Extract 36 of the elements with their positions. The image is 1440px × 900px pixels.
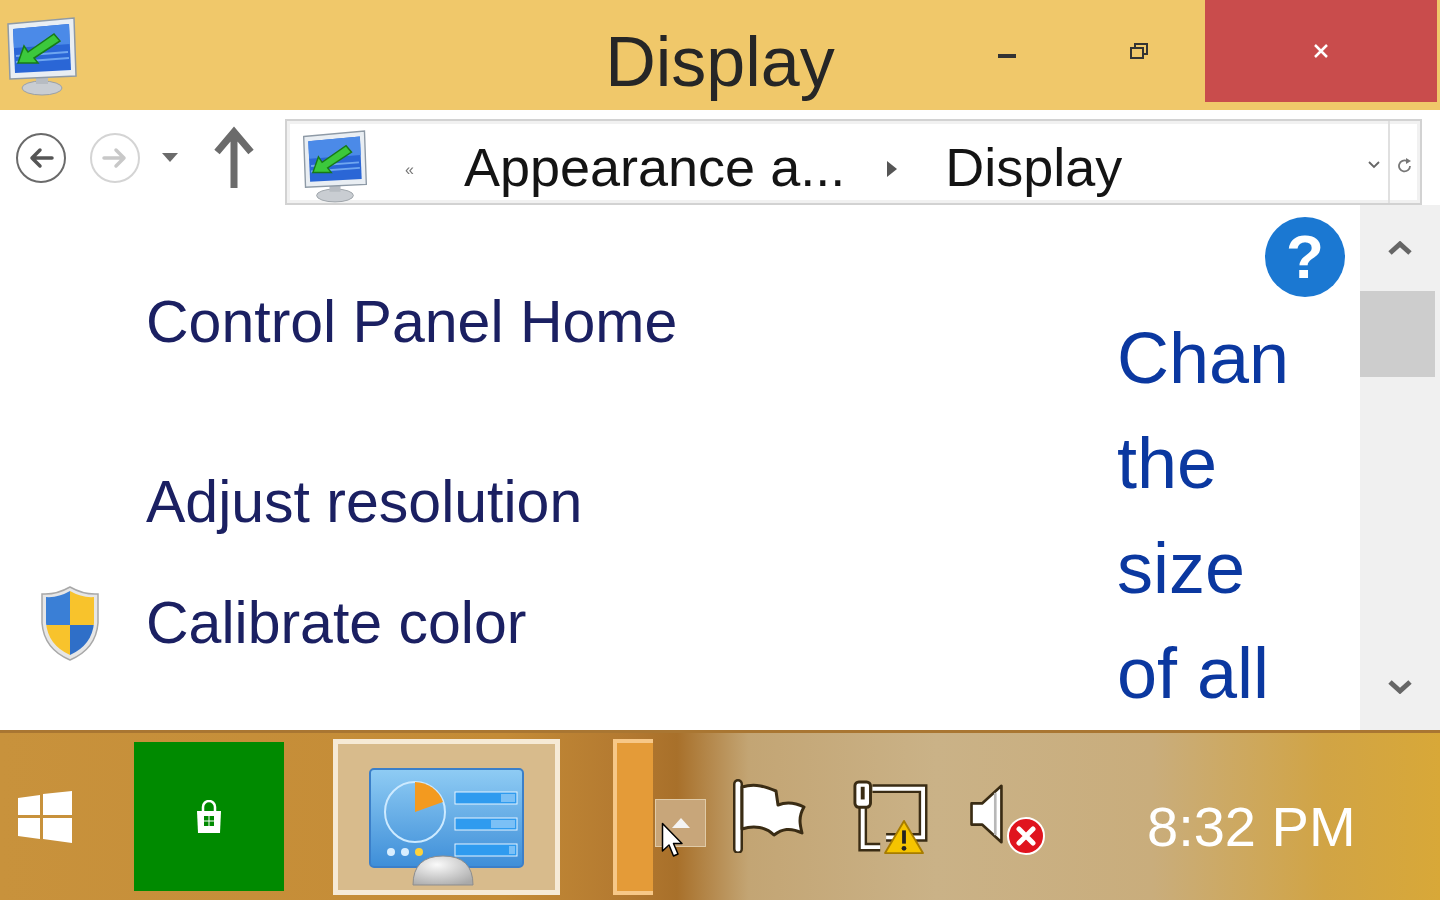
- caret-down-icon[interactable]: [162, 153, 178, 162]
- network-icon[interactable]: [850, 778, 928, 853]
- restore-icon: [1130, 43, 1148, 59]
- control-panel-icon: [369, 767, 524, 886]
- up-arrow-icon[interactable]: [213, 125, 255, 190]
- shopping-bag-icon: [195, 799, 223, 834]
- window-title: Display: [605, 22, 835, 103]
- minimize-icon: [997, 54, 1016, 58]
- overflow-button[interactable]: «: [405, 161, 414, 179]
- right-arrow-icon: [102, 146, 128, 169]
- breadcrumb-link[interactable]: Appearance a...: [463, 137, 846, 197]
- breadcrumb-link[interactable]: Display: [945, 137, 1123, 197]
- mouse-pointer-icon: [661, 822, 685, 860]
- show-hidden-icons-button[interactable]: [655, 798, 706, 847]
- caret-up-icon: [671, 817, 690, 828]
- refresh-icon[interactable]: [1398, 157, 1412, 173]
- help-button[interactable]: ?: [1265, 217, 1345, 297]
- control-panel-home-link[interactable]: Control Panel Home: [146, 287, 678, 357]
- chevron-up-icon[interactable]: [1388, 241, 1412, 255]
- address-bar[interactable]: « Appearance a... Display: [285, 119, 1422, 205]
- sidebar-link[interactable]: Adjust resolution: [146, 467, 583, 537]
- sidebar-link[interactable]: Calibrate color: [146, 588, 527, 658]
- chevron-down-icon[interactable]: [1368, 161, 1380, 169]
- chevron-down-icon[interactable]: [1388, 680, 1412, 694]
- back-button[interactable]: [16, 132, 66, 183]
- caret-right-icon[interactable]: [887, 161, 898, 177]
- left-arrow-icon: [28, 146, 54, 169]
- store-button[interactable]: [134, 742, 284, 891]
- windows-logo-icon[interactable]: [18, 790, 72, 843]
- flag-icon[interactable]: [730, 778, 808, 853]
- monitor-icon: [300, 129, 370, 203]
- close-icon: [1313, 43, 1329, 59]
- scrollbar-thumb[interactable]: [1360, 291, 1435, 377]
- page-heading: Chan the size of all: [1117, 317, 1291, 715]
- control-panel-button[interactable]: [333, 738, 560, 895]
- monitor-icon: [4, 16, 80, 96]
